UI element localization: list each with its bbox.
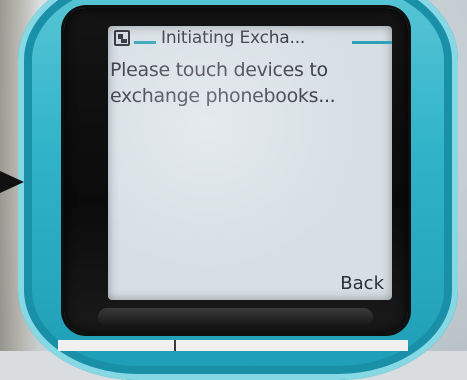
title-divider-right (352, 41, 392, 44)
phonebook-icon (114, 30, 130, 46)
bezel-reflection (98, 308, 373, 326)
phone-screen: Initiating Excha... Please touch devices… (108, 26, 392, 300)
arrow-right-icon (0, 171, 24, 193)
title-bar: Initiating Excha... (114, 28, 392, 54)
photo-tick-mark (174, 340, 176, 351)
instruction-message: Please touch devices to exchange phonebo… (110, 59, 336, 107)
back-softkey[interactable]: Back (340, 273, 384, 294)
title-divider-left (134, 41, 156, 44)
photo-bottom-strip (58, 340, 408, 351)
screen-title: Initiating Excha... (161, 28, 306, 48)
